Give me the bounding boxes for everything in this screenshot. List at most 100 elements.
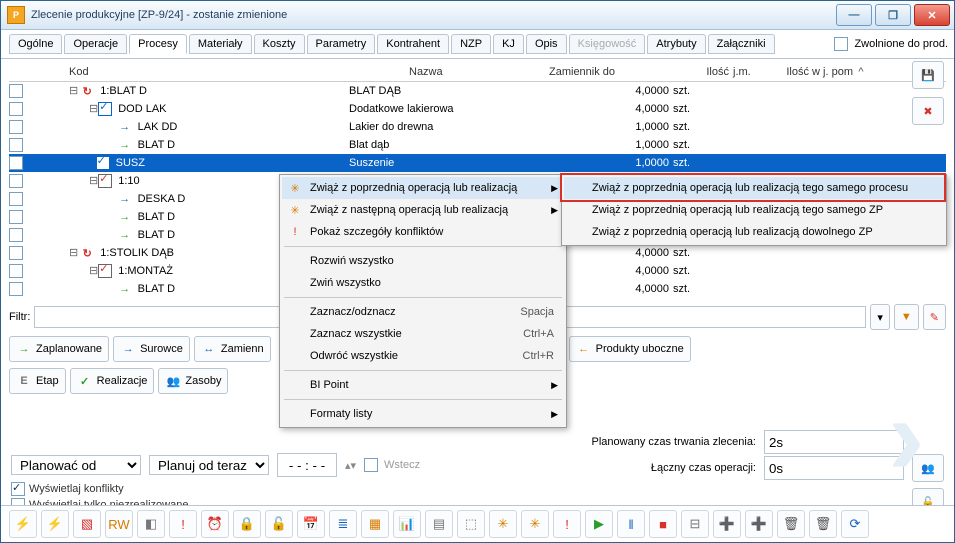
- filter-edit-button[interactable]: ✎: [923, 304, 946, 330]
- menu-item[interactable]: Rozwiń wszystko: [282, 250, 564, 272]
- submenu-item[interactable]: Zwiąż z poprzednią operacją lub realizac…: [564, 199, 944, 221]
- maximize-button[interactable]: ❐: [875, 4, 911, 26]
- toolbar-btn-9[interactable]: 📅: [297, 510, 325, 538]
- close-button[interactable]: ✕: [914, 4, 950, 26]
- tab-parametry[interactable]: Parametry: [307, 34, 376, 54]
- toolbar-btn-5[interactable]: !: [169, 510, 197, 538]
- toolbar-btn-26[interactable]: ⟳: [841, 510, 869, 538]
- context-menu[interactable]: ✳Zwiąż z poprzednią operacją lub realiza…: [279, 174, 567, 428]
- time-stepper-icon[interactable]: ▴▾: [345, 459, 356, 472]
- menu-item[interactable]: Formaty listy: [282, 403, 564, 425]
- toolbar-btn-1[interactable]: ⚡: [41, 510, 69, 538]
- menu-item[interactable]: Zwiń wszystko: [282, 272, 564, 294]
- tree-toggle-icon[interactable]: ⊟: [69, 246, 78, 260]
- scroll-up-icon[interactable]: ^: [853, 66, 869, 78]
- menu-item[interactable]: BI Point: [282, 374, 564, 396]
- toolbar-btn-3[interactable]: RW: [105, 510, 133, 538]
- surowce-button[interactable]: →Surowce: [113, 336, 190, 362]
- tab-koszty[interactable]: Koszty: [254, 34, 305, 54]
- operation-checkbox-icon[interactable]: [96, 156, 110, 170]
- menu-item[interactable]: ✳Zwiąż z poprzednią operacją lub realiza…: [282, 177, 564, 199]
- operation-checkbox-icon[interactable]: [98, 264, 112, 278]
- toolbar-btn-23[interactable]: ➕: [745, 510, 773, 538]
- menu-item[interactable]: Odwróć wszystkieCtrl+R: [282, 345, 564, 367]
- zasoby-button[interactable]: 👥Zasoby: [158, 368, 228, 394]
- toolbar-btn-14[interactable]: ⬚: [457, 510, 485, 538]
- toolbar-btn-7[interactable]: 🔒: [233, 510, 261, 538]
- header-ilosc[interactable]: Ilość: [659, 66, 729, 78]
- operation-checkbox-icon[interactable]: [98, 102, 112, 116]
- tab-atrybuty[interactable]: Atrybuty: [647, 34, 705, 54]
- header-zamiennik[interactable]: Zamiennik do: [549, 66, 659, 78]
- tree-toggle-icon[interactable]: ⊟: [69, 84, 78, 98]
- toolbar-btn-6[interactable]: ⏰: [201, 510, 229, 538]
- header-jm[interactable]: j.m.: [729, 66, 773, 78]
- submenu-item[interactable]: Zwiąż z poprzednią operacją lub realizac…: [564, 221, 944, 243]
- toolbar-btn-24[interactable]: 🗑: [777, 510, 805, 538]
- tab-ogólne[interactable]: Ogólne: [9, 34, 62, 54]
- toolbar-btn-4[interactable]: ◧: [137, 510, 165, 538]
- menu-item[interactable]: !Pokaż szczegóły konfliktów: [282, 221, 564, 243]
- menu-item[interactable]: Zaznacz wszystkieCtrl+A: [282, 323, 564, 345]
- tab-załączniki[interactable]: Załączniki: [708, 34, 775, 54]
- menu-item[interactable]: Zaznacz/odznaczSpacja: [282, 301, 564, 323]
- toolbar-btn-25[interactable]: 🗑: [809, 510, 837, 538]
- check-conflicts[interactable]: Wyświetlaj konflikty: [11, 481, 944, 497]
- tree-toggle-icon[interactable]: ⊟: [89, 264, 98, 278]
- tab-księgowość[interactable]: Księgowość: [569, 34, 646, 54]
- summary-oper-value[interactable]: [764, 456, 904, 480]
- tab-materiały[interactable]: Materiały: [189, 34, 252, 54]
- summary-plan-value[interactable]: [764, 430, 904, 454]
- tree-toggle-icon[interactable]: ⊟: [89, 174, 98, 188]
- etap-button[interactable]: EEtap: [9, 368, 66, 394]
- tab-operacje[interactable]: Operacje: [64, 34, 127, 54]
- table-row[interactable]: →LAK DDLakier do drewna1,0000szt.: [9, 118, 946, 136]
- save-button[interactable]: 💾: [912, 61, 944, 89]
- toolbar-btn-2[interactable]: ▧: [73, 510, 101, 538]
- tab-nzp[interactable]: NZP: [451, 34, 491, 54]
- toolbar-btn-10[interactable]: ≣: [329, 510, 357, 538]
- tab-procesy[interactable]: Procesy: [129, 34, 187, 54]
- toolbar-btn-13[interactable]: ▤: [425, 510, 453, 538]
- release-checkbox[interactable]: Zwolnione do prod.: [834, 37, 948, 51]
- table-row[interactable]: SUSZSuszenie1,0000szt.: [9, 154, 946, 172]
- toolbar-btn-15[interactable]: ✳: [489, 510, 517, 538]
- toolbar-btn-20[interactable]: ■: [649, 510, 677, 538]
- filter-dropdown-button[interactable]: ▾: [870, 304, 890, 330]
- header-kod[interactable]: Kod: [9, 66, 409, 78]
- tab-opis[interactable]: Opis: [526, 34, 567, 54]
- produkty-uboczne-button[interactable]: ←Produkty uboczne: [569, 336, 691, 362]
- filter-funnel-button[interactable]: ▼: [894, 304, 919, 330]
- tab-kj[interactable]: KJ: [493, 34, 524, 54]
- plan-mode-select[interactable]: Planuj od teraz: [149, 455, 269, 475]
- tree-toggle-icon[interactable]: ⊟: [89, 102, 98, 116]
- toolbar-btn-12[interactable]: 📊: [393, 510, 421, 538]
- table-row[interactable]: ⊟DOD LAKDodatkowe lakierowa4,0000szt.: [9, 100, 946, 118]
- zaplanowane-button[interactable]: →Zaplanowane: [9, 336, 109, 362]
- table-row[interactable]: →BLAT DBlat dąb1,0000szt.: [9, 136, 946, 154]
- toolbar-btn-0[interactable]: ⚡: [9, 510, 37, 538]
- table-row[interactable]: ⊟↻1:BLAT DBLAT DĄB4,0000szt.: [9, 82, 946, 100]
- plan-time-input[interactable]: [277, 453, 337, 477]
- toolbar-btn-19[interactable]: ‖: [617, 510, 645, 538]
- header-ilpom[interactable]: Ilość w j. pom: [773, 66, 853, 78]
- realizacje-button[interactable]: ✓Realizacje: [70, 368, 155, 394]
- submenu-item[interactable]: Zwiąż z poprzednią operacją lub realizac…: [564, 177, 944, 199]
- menu-item[interactable]: ✳Zwiąż z następną operacją lub realizacj…: [282, 199, 564, 221]
- back-checkbox[interactable]: Wstecz: [364, 458, 420, 472]
- toolbar-btn-16[interactable]: ✳: [521, 510, 549, 538]
- minimize-button[interactable]: —: [836, 4, 872, 26]
- operation-checkbox-icon[interactable]: [98, 174, 112, 188]
- delete-button[interactable]: ✖: [912, 97, 944, 125]
- header-nazwa[interactable]: Nazwa: [409, 66, 549, 78]
- zamienn-button[interactable]: ↔Zamienn: [194, 336, 271, 362]
- toolbar-btn-17[interactable]: !: [553, 510, 581, 538]
- tab-kontrahent[interactable]: Kontrahent: [377, 34, 449, 54]
- toolbar-btn-11[interactable]: ▦: [361, 510, 389, 538]
- context-submenu[interactable]: Zwiąż z poprzednią operacją lub realizac…: [561, 174, 947, 246]
- toolbar-btn-21[interactable]: ⊟: [681, 510, 709, 538]
- toolbar-btn-8[interactable]: 🔓: [265, 510, 293, 538]
- users-button[interactable]: 👥: [912, 454, 944, 482]
- plan-from-select[interactable]: Planować od: [11, 455, 141, 475]
- toolbar-btn-18[interactable]: ▶: [585, 510, 613, 538]
